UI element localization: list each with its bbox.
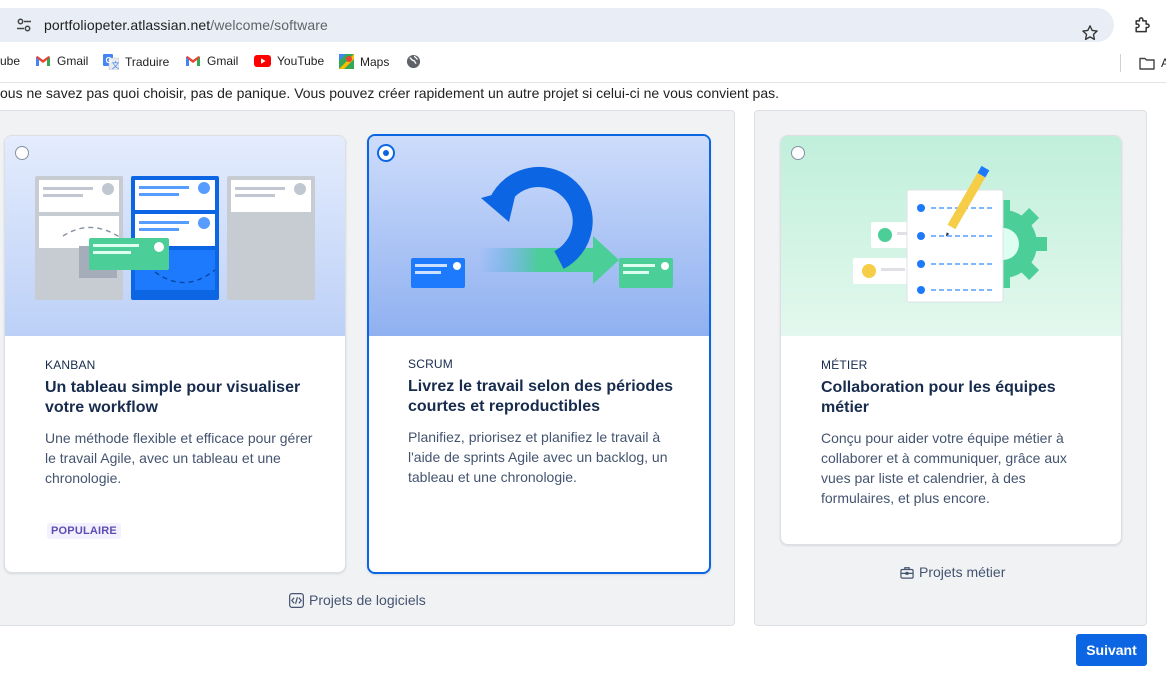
business-template-card[interactable]: MÉTIER Collaboration pour les équipes mé… bbox=[780, 135, 1122, 545]
business-card-body: MÉTIER Collaboration pour les équipes mé… bbox=[821, 358, 1097, 508]
extensions-icon[interactable] bbox=[1132, 15, 1152, 35]
next-button[interactable]: Suivant bbox=[1076, 634, 1147, 666]
bookmark-folder[interactable]: A bbox=[1120, 54, 1166, 72]
bookmark-label: A bbox=[1161, 56, 1166, 70]
kanban-template-card[interactable]: KANBAN Un tableau simple pour visualiser… bbox=[4, 135, 346, 573]
bookmark-maps[interactable]: Maps bbox=[339, 54, 389, 69]
bookmark-label: Traduire bbox=[125, 55, 170, 69]
bookmark-label: Gmail bbox=[57, 54, 89, 68]
bookmark-traduire[interactable]: G 文 Traduire bbox=[103, 54, 169, 70]
scrum-radio[interactable] bbox=[377, 144, 395, 162]
business-radio[interactable] bbox=[791, 146, 805, 160]
briefcase-icon bbox=[900, 566, 914, 579]
bookmark-label: Maps bbox=[360, 54, 390, 69]
card-category: KANBAN bbox=[45, 358, 96, 372]
software-projects-text: Projets de logiciels bbox=[309, 592, 426, 608]
scrum-card-body: SCRUM Livrez le travail selon des périod… bbox=[408, 357, 685, 487]
address-bar[interactable]: portfoliopeter.atlassian.net/welcome/sof… bbox=[0, 8, 1114, 42]
card-description: Planifiez, priorisez et planifiez le tra… bbox=[408, 429, 668, 485]
translate-icon: G 文 bbox=[103, 54, 119, 70]
maps-icon bbox=[339, 54, 354, 69]
card-description: Une méthode flexible et efficace pour gé… bbox=[45, 430, 313, 486]
gmail-icon bbox=[186, 56, 200, 66]
svg-text:文: 文 bbox=[112, 60, 120, 70]
bookmark-star-icon[interactable] bbox=[1081, 24, 1099, 42]
business-projects-label: Projets métier bbox=[900, 564, 1005, 580]
bookmark-youtube[interactable]: YouTube bbox=[254, 54, 324, 68]
kanban-illustration bbox=[5, 136, 345, 336]
card-description: Conçu pour aider votre équipe métier à c… bbox=[821, 430, 1067, 506]
bookmark-gmail[interactable]: Gmail bbox=[35, 54, 88, 68]
business-projects-text: Projets métier bbox=[919, 564, 1006, 580]
code-icon bbox=[289, 592, 304, 608]
url-text[interactable]: portfoliopeter.atlassian.net/welcome/sof… bbox=[44, 17, 328, 33]
gmail-icon bbox=[36, 56, 50, 66]
bookmark-label: ube bbox=[0, 54, 21, 68]
scrum-template-card[interactable]: SCRUM Livrez le travail selon des périod… bbox=[367, 134, 711, 574]
intro-text: ous ne savez pas quoi choisir, pas de pa… bbox=[0, 85, 780, 101]
youtube-icon bbox=[254, 55, 271, 67]
bookmark-gmail-2[interactable]: Gmail bbox=[185, 54, 238, 68]
bookmark-globe[interactable] bbox=[406, 54, 421, 69]
site-settings-icon[interactable] bbox=[16, 17, 32, 33]
card-title: Collaboration pour les équipes métier bbox=[821, 379, 1056, 416]
kanban-card-body: KANBAN Un tableau simple pour visualiser… bbox=[45, 358, 321, 488]
software-projects-label: Projets de logiciels bbox=[289, 592, 426, 608]
bookmarks-bar: ube Gmail G 文 Traduire Gmail YouTube Map… bbox=[0, 50, 1166, 74]
browser-chrome: portfoliopeter.atlassian.net/welcome/sof… bbox=[0, 0, 1166, 83]
card-title: Livrez le travail selon des périodes cou… bbox=[408, 378, 673, 415]
card-title: Un tableau simple pour visualiser votre … bbox=[45, 379, 301, 416]
globe-icon bbox=[406, 54, 421, 69]
bookmark-label: YouTube bbox=[277, 54, 325, 68]
popular-badge: POPULAIRE bbox=[47, 523, 121, 539]
scrum-illustration bbox=[369, 136, 709, 336]
card-category: SCRUM bbox=[408, 357, 453, 371]
kanban-radio[interactable] bbox=[15, 146, 29, 160]
bookmark-youtube-partial[interactable]: ube bbox=[0, 54, 20, 68]
bookmark-label: Gmail bbox=[207, 54, 239, 68]
card-category: MÉTIER bbox=[821, 358, 868, 372]
folder-icon bbox=[1139, 57, 1155, 70]
business-illustration bbox=[781, 136, 1121, 336]
